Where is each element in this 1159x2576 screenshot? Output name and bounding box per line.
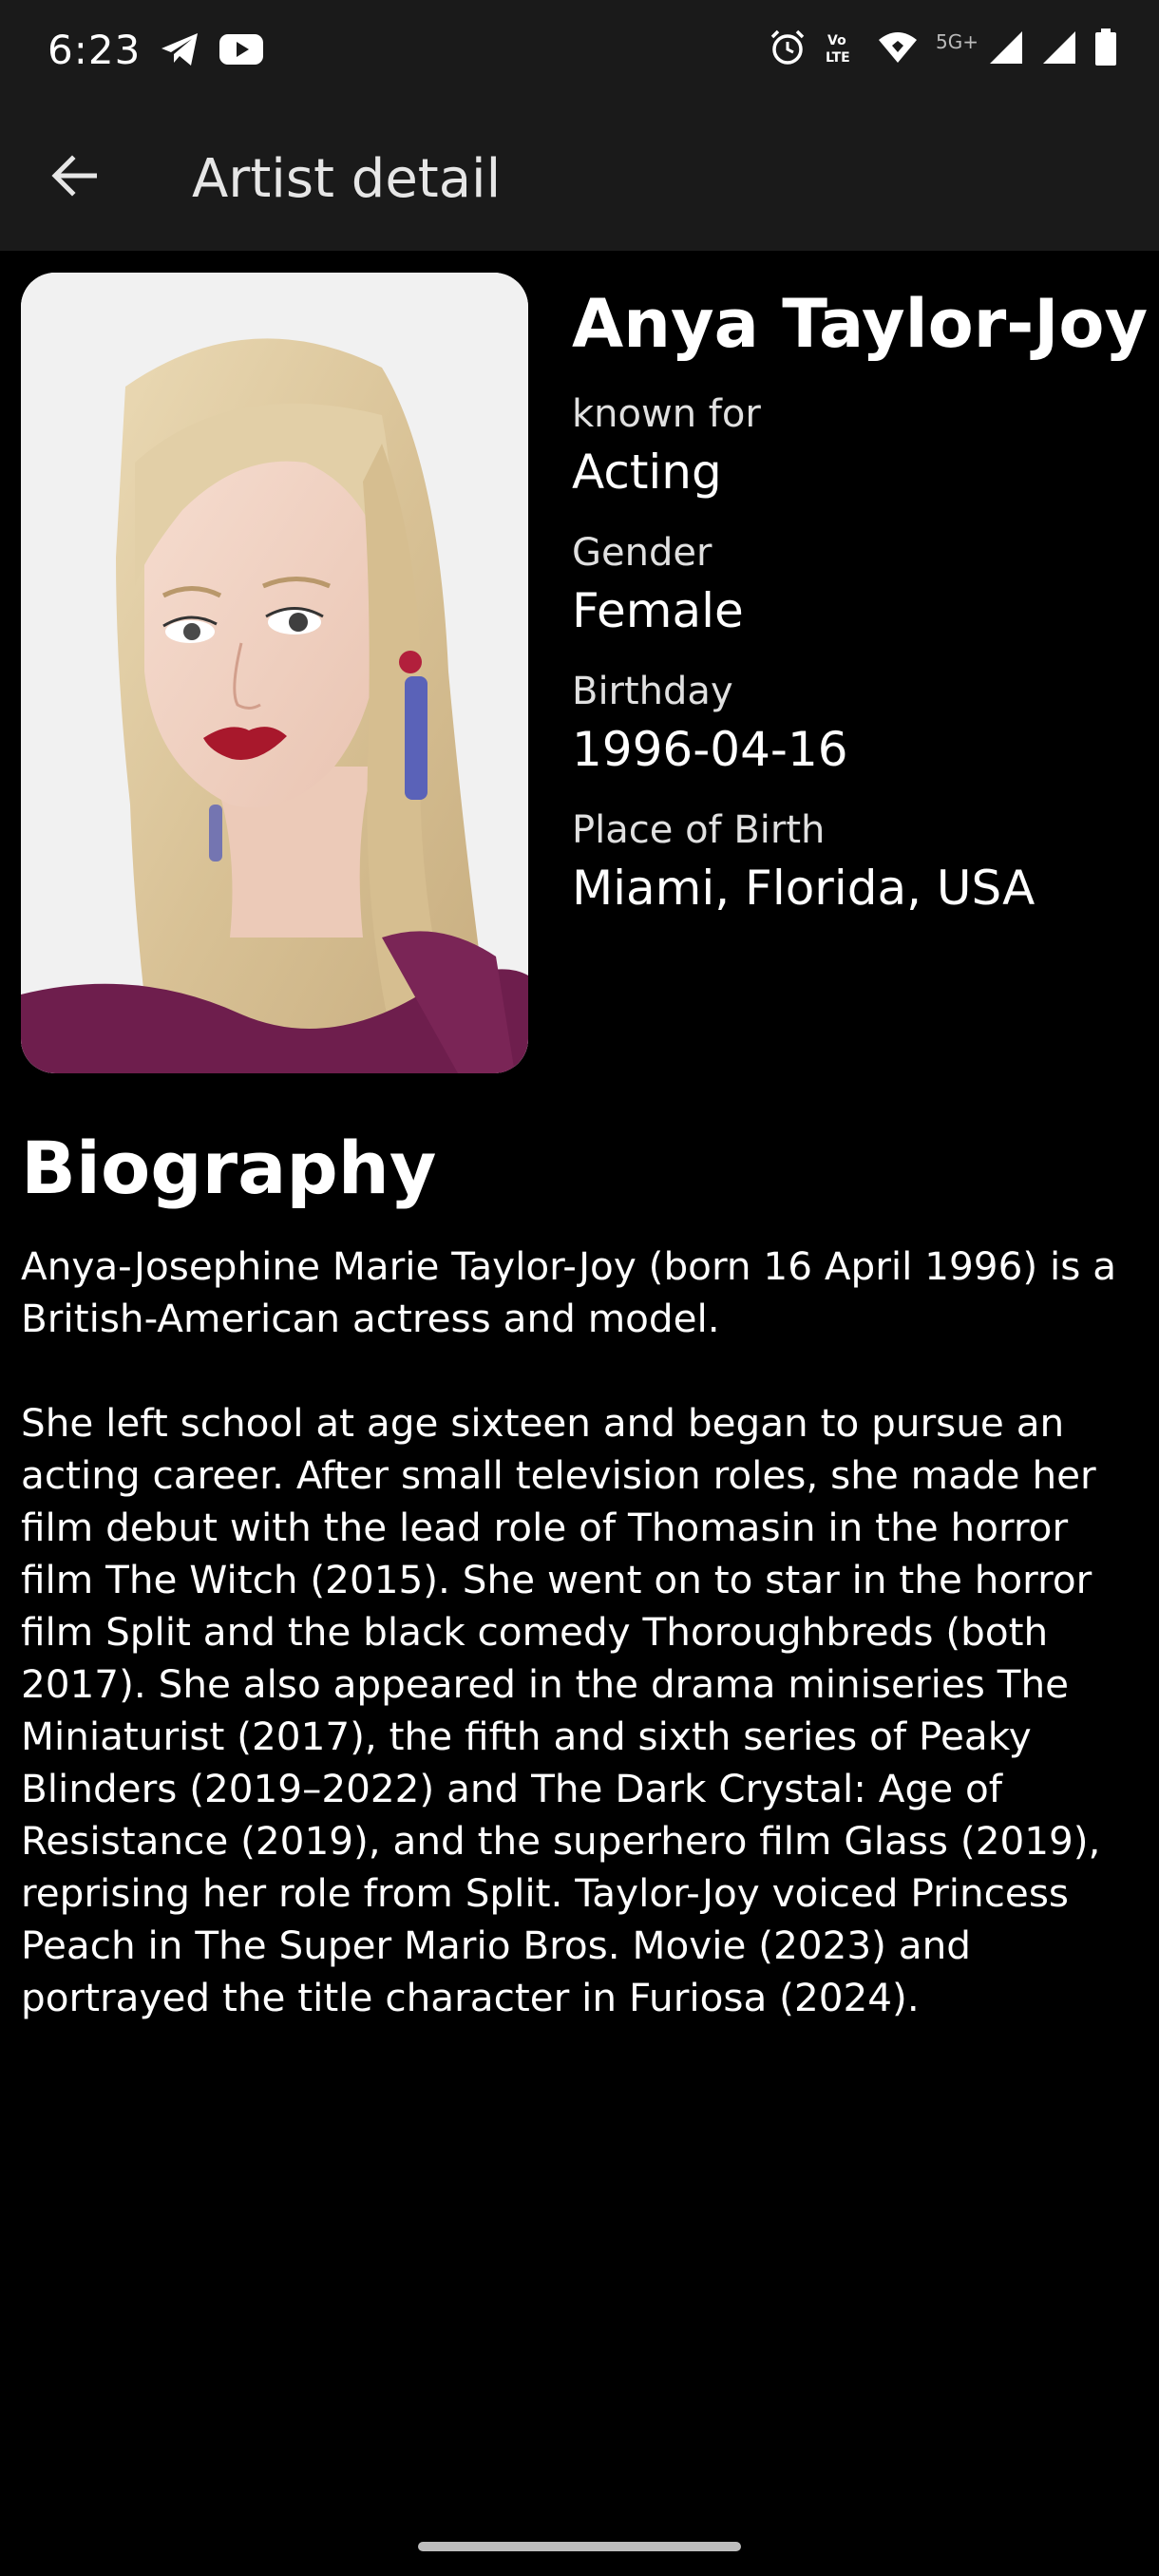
status-left-icons xyxy=(160,30,264,72)
status-time: 6:23 xyxy=(48,27,142,73)
svg-text:Vo: Vo xyxy=(827,33,846,48)
artist-photo xyxy=(21,273,528,1073)
home-indicator[interactable] xyxy=(418,2542,741,2551)
svg-text:LTE: LTE xyxy=(826,50,850,66)
alarm-icon xyxy=(769,28,807,70)
artist-info: Anya Taylor-Joy known for Acting Gender … xyxy=(572,281,1149,944)
app-bar: Artist detail xyxy=(0,104,1159,251)
youtube-icon xyxy=(218,32,264,70)
arrow-left-icon xyxy=(51,155,98,200)
signal-icon xyxy=(1041,29,1077,69)
battery-icon xyxy=(1094,28,1117,70)
volte-icon: Vo LTE xyxy=(824,29,860,69)
telegram-icon xyxy=(160,30,201,72)
signal-icon xyxy=(988,29,1024,69)
page-title: Artist detail xyxy=(192,148,502,210)
back-button[interactable] xyxy=(36,140,112,216)
wifi-icon xyxy=(877,30,919,68)
known-for-value: Acting xyxy=(572,445,722,500)
birthday-value: 1996-04-16 xyxy=(572,722,848,777)
status-bar: 6:23 Vo LTE 5G+ xyxy=(0,0,1159,104)
place-of-birth-label: Place of Birth xyxy=(572,808,826,852)
biography-heading: Biography xyxy=(21,1126,437,1210)
artist-name: Anya Taylor-Joy xyxy=(572,285,1149,363)
status-right-icons: Vo LTE 5G+ xyxy=(769,28,1117,70)
network-type: 5G+ xyxy=(936,30,978,53)
birthday-label: Birthday xyxy=(572,670,733,713)
place-of-birth-value: Miami, Florida, USA xyxy=(572,861,1036,916)
known-for-label: known for xyxy=(572,392,761,436)
biography-paragraph: Anya-Josephine Marie Taylor-Joy (born 16… xyxy=(21,1243,1117,1341)
biography-paragraph: She left school at age sixteen and began… xyxy=(21,1400,1101,2020)
gender-label: Gender xyxy=(572,531,712,575)
biography-text: Anya-Josephine Marie Taylor-Joy (born 16… xyxy=(21,1241,1142,2076)
gender-value: Female xyxy=(572,583,744,638)
